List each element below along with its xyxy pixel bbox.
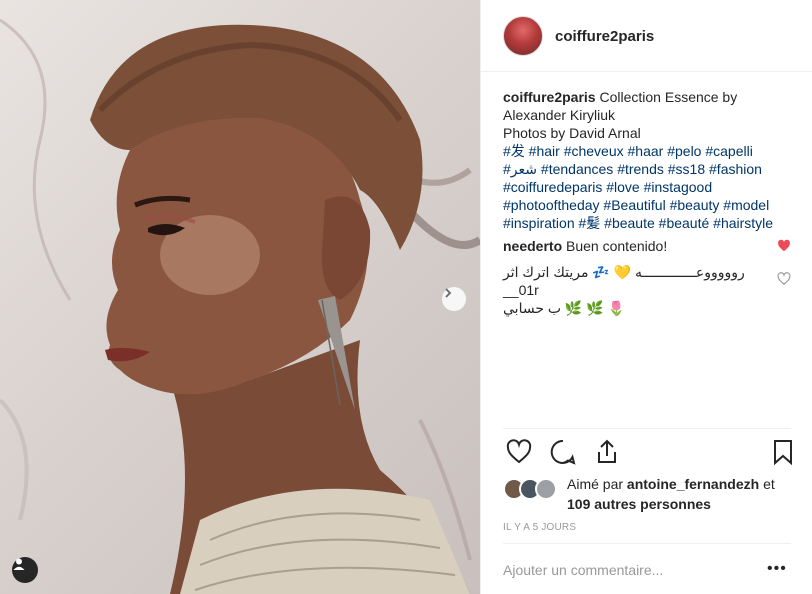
comment-icon[interactable]: [549, 438, 577, 466]
portrait-illustration: [0, 18, 480, 594]
next-photo-button[interactable]: [442, 287, 466, 311]
comment-2-line-1: روووووعـــــــــــــه 💛 💤 مريتك اترك اثر…: [503, 264, 745, 298]
comment-2-line-2: 🌷 🌿 🌿 ب حسابي: [503, 300, 626, 316]
post-timestamp[interactable]: IL Y A 5 JOURS: [503, 522, 576, 533]
user-tags-button[interactable]: [12, 557, 38, 583]
bookmark-icon[interactable]: [769, 438, 797, 466]
hashtag-line-5[interactable]: #inspiration #髪 #beaute #beauté #hairsty…: [503, 214, 803, 232]
post-actions: [503, 438, 795, 468]
caption-username[interactable]: coiffure2paris: [503, 89, 596, 105]
user-tag-icon: [13, 558, 25, 570]
hashtag-line-2[interactable]: #شعر #tendances #trends #ss18 #fashion: [503, 160, 803, 178]
share-icon[interactable]: [593, 438, 621, 466]
header-username[interactable]: coiffure2paris: [555, 28, 654, 45]
hashtag-line-4[interactable]: #photooftheday #Beautiful #beauty #model: [503, 196, 803, 214]
comment-1-username[interactable]: neederto: [503, 238, 562, 254]
chevron-right-icon: [445, 288, 452, 298]
caption: coiffure2paris Collection Essence by Ale…: [503, 88, 803, 232]
comment-2: روووووعـــــــــــــه 💛 💤 مريتك اترك اثر…: [503, 263, 773, 317]
caption-line-2: Photos by David Arnal: [503, 125, 641, 141]
comment-2-heart-icon[interactable]: [777, 272, 791, 286]
post-side-panel: coiffure2paris coiffure2paris Collection…: [480, 0, 812, 594]
more-options-button[interactable]: •••: [767, 560, 787, 578]
hashtag-line-1[interactable]: #发 #hair #cheveux #haar #pelo #capelli: [503, 142, 803, 160]
avatar[interactable]: [503, 16, 543, 56]
post-header: coiffure2paris: [481, 0, 812, 72]
post-photo[interactable]: [0, 0, 480, 594]
comment-1-text: Buen contenido!: [566, 238, 668, 254]
hashtag-line-3[interactable]: #coiffuredeparis #love #instagood: [503, 178, 803, 196]
comment-1: neederto Buen contenido!: [503, 237, 773, 255]
add-comment-input[interactable]: Ajouter un commentaire...: [503, 562, 663, 578]
liker-avatar-3[interactable]: [535, 478, 557, 500]
likes-summary: Aimé par antoine_fernandezh et 109 autre…: [503, 474, 803, 514]
likes-user[interactable]: antoine_fernandezh: [627, 476, 759, 492]
comment-1-liked-heart-icon[interactable]: [777, 239, 791, 253]
divider-comment: [503, 543, 791, 544]
likes-others[interactable]: 109 autres personnes: [567, 496, 711, 512]
heart-icon[interactable]: [505, 438, 533, 466]
likes-text: Aimé par antoine_fernandezh et 109 autre…: [567, 474, 775, 514]
divider-actions: [503, 428, 791, 429]
likes-prefix: Aimé par: [567, 476, 624, 492]
likes-suffix: et: [763, 476, 775, 492]
